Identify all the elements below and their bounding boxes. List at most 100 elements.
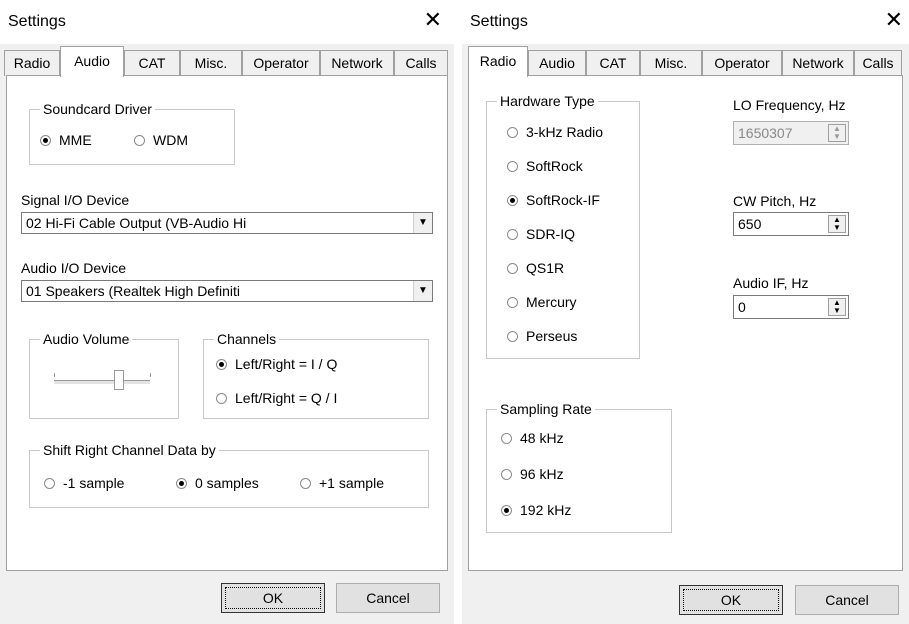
radio-lr-iq[interactable]: Left/Right = I / Q (216, 356, 337, 372)
spinner-value: 0 (738, 299, 746, 315)
tab-network[interactable]: Network (782, 50, 854, 76)
settings-window-audio: Settings ✕ Radio Audio CAT Misc. Operato… (0, 0, 454, 624)
chevron-down-icon[interactable]: ▼ (413, 281, 432, 301)
radio-minus-one-sample[interactable]: -1 sample (44, 475, 124, 491)
tab-cat[interactable]: CAT (586, 50, 640, 76)
cw-pitch-spinner[interactable]: 650 ▲ ▼ (733, 212, 849, 236)
radio-unselected-icon (44, 477, 55, 489)
ok-button[interactable]: OK (679, 585, 783, 615)
radio-zero-samples[interactable]: 0 samples (176, 475, 259, 491)
shift-right-channel-group: Shift Right Channel Data by -1 sample 0 … (29, 442, 429, 508)
button-label: OK (720, 592, 742, 608)
button-label: Cancel (366, 590, 410, 606)
radio-sdr-iq[interactable]: SDR-IQ (507, 226, 575, 242)
close-icon[interactable]: ✕ (424, 8, 442, 32)
radio-mme[interactable]: MME (40, 132, 92, 148)
soundcard-driver-group: Soundcard Driver MME WDM (29, 101, 235, 165)
radio-wdm[interactable]: WDM (134, 132, 188, 148)
radio-softrock-if[interactable]: SoftRock-IF (507, 192, 600, 208)
group-legend: Hardware Type (497, 93, 598, 109)
spin-arrows-icon[interactable]: ▲ ▼ (828, 298, 846, 316)
slider-thumb[interactable] (114, 370, 124, 390)
radio-selected-icon (216, 358, 227, 370)
radio-label: Left/Right = Q / I (235, 390, 338, 406)
tab-calls[interactable]: Calls (854, 50, 902, 76)
sampling-rate-group: Sampling Rate 48 kHz 96 kHz 192 kHz (486, 401, 672, 533)
radio-48khz[interactable]: 48 kHz (501, 430, 564, 446)
radio-unselected-icon (300, 477, 311, 489)
group-legend: Soundcard Driver (40, 101, 155, 117)
tab-cat[interactable]: CAT (124, 50, 180, 76)
radio-unselected-icon (501, 432, 512, 444)
audio-if-spinner[interactable]: 0 ▲ ▼ (733, 295, 849, 319)
radio-selected-icon (40, 134, 51, 146)
slider-track (54, 380, 150, 385)
spin-arrows-icon[interactable]: ▲ ▼ (828, 215, 846, 233)
button-label: Cancel (825, 592, 869, 608)
radio-3khz-radio[interactable]: 3-kHz Radio (507, 124, 603, 140)
radio-unselected-icon (507, 330, 518, 342)
tab-audio[interactable]: Audio (60, 46, 124, 77)
tab-misc[interactable]: Misc. (640, 50, 702, 76)
radio-perseus[interactable]: Perseus (507, 328, 577, 344)
cancel-button[interactable]: Cancel (795, 585, 899, 615)
radio-label: +1 sample (319, 475, 384, 491)
radio-label: Left/Right = I / Q (235, 356, 338, 372)
slider-tick (54, 373, 55, 377)
radio-selected-icon (501, 504, 512, 516)
radio-unselected-icon (507, 262, 518, 274)
radio-mercury[interactable]: Mercury (507, 294, 577, 310)
radio-plus-one-sample[interactable]: +1 sample (300, 475, 384, 491)
spin-arrows-icon: ▲ ▼ (828, 124, 846, 142)
tab-calls[interactable]: Calls (394, 50, 448, 76)
tab-audio[interactable]: Audio (528, 50, 586, 76)
slider-tick (150, 373, 151, 377)
tab-radio[interactable]: Radio (468, 46, 528, 77)
ok-button[interactable]: OK (221, 583, 325, 613)
title-bar: Settings ✕ (0, 0, 454, 44)
window-title: Settings (8, 13, 66, 30)
tab-strip: Radio Audio CAT Misc. Operator Network C… (0, 44, 454, 77)
hardware-type-group: Hardware Type 3-kHz Radio SoftRock SoftR… (486, 93, 640, 359)
tab-strip: Radio Audio CAT Misc. Operator Network C… (462, 44, 909, 77)
radio-selected-icon (507, 194, 518, 206)
settings-window-radio: Settings ✕ Radio Audio CAT Misc. Operato… (462, 0, 909, 624)
radio-label: MME (59, 132, 92, 148)
signal-io-label: Signal I/O Device (21, 192, 130, 208)
radio-softrock[interactable]: SoftRock (507, 158, 583, 174)
tab-radio[interactable]: Radio (4, 50, 60, 76)
radio-label: SDR-IQ (526, 226, 575, 242)
tab-misc[interactable]: Misc. (180, 50, 242, 76)
dropdown-value: 02 Hi-Fi Cable Output (VB-Audio Hi (26, 215, 247, 231)
radio-label: Perseus (526, 328, 578, 344)
audio-if-label: Audio IF, Hz (733, 275, 809, 291)
cancel-button[interactable]: Cancel (336, 583, 440, 613)
chevron-down-icon[interactable]: ▼ (413, 213, 432, 233)
radio-label: Mercury (526, 294, 577, 310)
group-legend: Channels (214, 331, 280, 347)
radio-label: -1 sample (63, 475, 125, 491)
radio-192khz[interactable]: 192 kHz (501, 502, 571, 518)
window-title: Settings (470, 13, 528, 30)
radio-unselected-icon (501, 468, 512, 480)
audio-tab-panel: Soundcard Driver MME WDM Signal I/O Devi… (6, 75, 448, 571)
close-icon[interactable]: ✕ (885, 8, 903, 32)
window-gap (454, 0, 462, 624)
radio-unselected-icon (216, 392, 227, 404)
audio-io-label: Audio I/O Device (21, 260, 127, 276)
signal-io-dropdown[interactable]: 02 Hi-Fi Cable Output (VB-Audio Hi ▼ (21, 212, 433, 234)
radio-label: 48 kHz (520, 430, 564, 446)
tab-operator[interactable]: Operator (702, 50, 782, 76)
radio-qs1r[interactable]: QS1R (507, 260, 564, 276)
radio-lr-qi[interactable]: Left/Right = Q / I (216, 390, 337, 406)
tab-network[interactable]: Network (320, 50, 394, 76)
lo-frequency-spinner: 1650307 ▲ ▼ (733, 121, 849, 145)
volume-slider[interactable] (54, 368, 154, 394)
audio-io-dropdown[interactable]: 01 Speakers (Realtek High Definiti ▼ (21, 280, 433, 302)
radio-96khz[interactable]: 96 kHz (501, 466, 564, 482)
tab-operator[interactable]: Operator (242, 50, 320, 76)
radio-unselected-icon (507, 296, 518, 308)
radio-unselected-icon (134, 134, 145, 146)
radio-label: WDM (153, 132, 188, 148)
radio-label: SoftRock (526, 158, 583, 174)
